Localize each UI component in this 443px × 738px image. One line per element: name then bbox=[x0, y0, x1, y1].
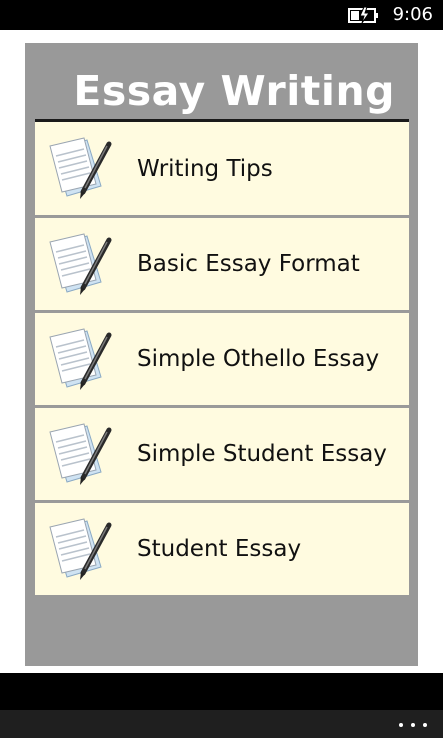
menu-item-label: Simple Student Essay bbox=[137, 441, 387, 467]
menu-item-writing-tips[interactable]: Writing Tips bbox=[35, 122, 409, 215]
menu-item-label: Simple Othello Essay bbox=[137, 346, 380, 372]
document-pen-icon bbox=[49, 328, 112, 390]
more-options-dot bbox=[423, 723, 427, 727]
menu-item-simple-othello-essay[interactable]: Simple Othello Essay bbox=[35, 311, 409, 405]
menu-item-label: Basic Essay Format bbox=[137, 251, 360, 277]
app-bar bbox=[0, 710, 443, 738]
main-panel: Essay Writing Writing Tips Basic Essay F… bbox=[25, 43, 418, 666]
menu-item-label: Writing Tips bbox=[137, 155, 273, 182]
battery-charging-icon bbox=[348, 6, 378, 24]
app-area: Essay Writing Writing Tips Basic Essay F… bbox=[0, 30, 443, 673]
clock: 9:06 bbox=[392, 4, 433, 25]
system-nav-bar bbox=[0, 673, 443, 710]
menu-item-student-essay[interactable]: Student Essay bbox=[35, 501, 409, 595]
menu-item-simple-student-essay[interactable]: Simple Student Essay bbox=[35, 406, 409, 500]
document-pen-icon bbox=[49, 423, 112, 485]
menu-item-basic-essay-format[interactable]: Basic Essay Format bbox=[35, 216, 409, 310]
page-title: Essay Writing bbox=[73, 67, 395, 115]
document-pen-icon bbox=[49, 137, 112, 199]
more-options-icon bbox=[399, 723, 403, 727]
more-options-button[interactable] bbox=[397, 714, 429, 734]
document-pen-icon bbox=[49, 233, 112, 295]
menu-item-label: Student Essay bbox=[137, 536, 302, 562]
status-bar: 9:06 bbox=[0, 0, 443, 30]
more-options-dot bbox=[411, 723, 415, 727]
document-pen-icon bbox=[49, 518, 112, 580]
menu-list: Writing Tips Basic Essay Format Simple O… bbox=[35, 122, 409, 596]
